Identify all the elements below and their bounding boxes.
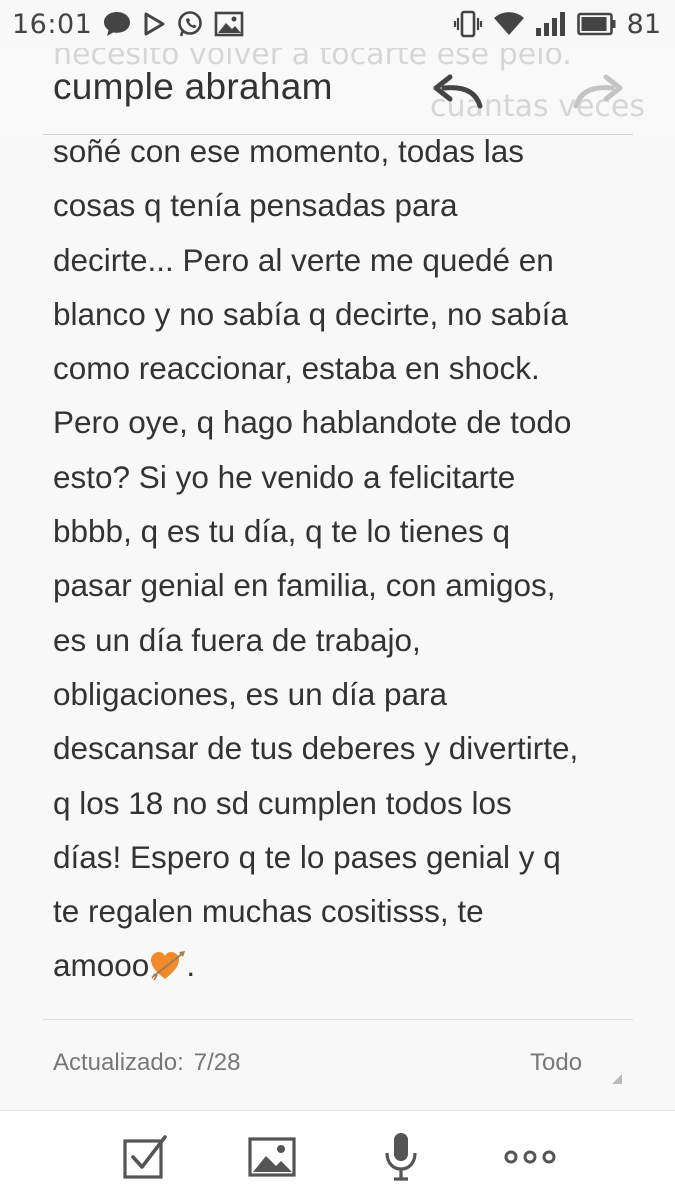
more-dots-icon <box>504 1150 556 1164</box>
battery-level: 81 <box>626 8 661 40</box>
checklist-button[interactable] <box>115 1129 175 1185</box>
note-body-ending: . <box>186 947 196 984</box>
note-body[interactable]: soñé con ese momento, todas las cosas q … <box>53 124 633 994</box>
note-title[interactable]: cumple abraham <box>53 66 333 108</box>
insert-image-button[interactable] <box>242 1129 302 1185</box>
bottom-toolbar <box>0 1110 675 1201</box>
heart-with-arrow-icon <box>150 944 186 994</box>
footer-divider <box>43 1019 633 1020</box>
undo-button[interactable] <box>428 70 488 114</box>
status-time: 16:01 <box>12 8 93 40</box>
updated-info: Actualizado: 7/28 <box>53 1049 240 1077</box>
more-options-button[interactable] <box>500 1129 560 1185</box>
note-header: necesito volver a tocarte ese pelo. cuan… <box>0 37 675 136</box>
status-right: 81 <box>453 9 661 40</box>
redo-arrow-icon <box>573 74 623 109</box>
note-body-text: soñé con ese momento, todas las cosas q … <box>53 133 579 984</box>
dropdown-corner-icon <box>612 1074 622 1084</box>
redo-button[interactable] <box>568 70 628 114</box>
checkbox-icon <box>123 1135 167 1179</box>
vibrate-icon <box>453 9 483 39</box>
battery-icon <box>576 12 617 36</box>
play-store-icon <box>142 11 166 37</box>
folder-select[interactable]: Todo <box>530 1049 582 1077</box>
gallery-icon <box>214 11 244 37</box>
header-divider <box>43 134 633 135</box>
voice-note-button[interactable] <box>371 1129 431 1185</box>
updated-label: Actualizado: <box>53 1049 184 1076</box>
whatsapp-icon <box>176 10 204 38</box>
signal-icon <box>535 11 567 37</box>
updated-date: 7/28 <box>193 1049 241 1076</box>
wifi-icon <box>493 11 525 37</box>
status-bar: 16:01 81 <box>0 0 675 48</box>
status-left: 16:01 <box>12 9 244 40</box>
image-icon <box>248 1137 296 1177</box>
chat-bubble-icon <box>102 10 132 38</box>
microphone-icon <box>385 1133 417 1181</box>
undo-arrow-icon <box>433 74 483 109</box>
